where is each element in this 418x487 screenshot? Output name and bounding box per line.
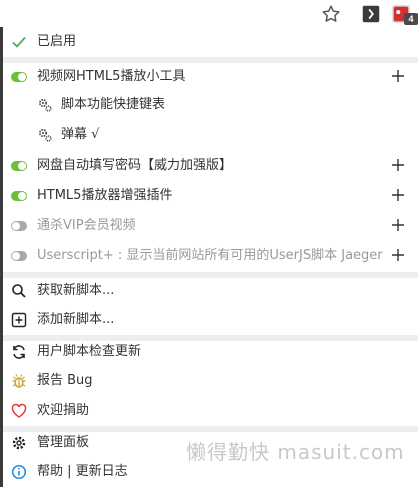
script-item-html5-player[interactable]: HTML5播放器增强插件 bbox=[3, 181, 418, 211]
enabled-status-item[interactable]: 已启用 bbox=[3, 27, 418, 57]
script-command-danmaku[interactable]: 弹幕 √ bbox=[3, 120, 418, 150]
report-bug-item[interactable]: 报告 Bug bbox=[3, 366, 418, 396]
gears-icon bbox=[37, 97, 53, 113]
check-updates-item[interactable]: 用户脚本检查更新 bbox=[3, 337, 418, 367]
plus-icon[interactable] bbox=[390, 187, 406, 203]
script-name: 通杀VIP会员视频 bbox=[37, 218, 136, 233]
bug-icon bbox=[11, 373, 27, 389]
browser-toolbar: 4 bbox=[0, 0, 418, 27]
info-icon bbox=[11, 464, 27, 480]
toggle-off-icon[interactable] bbox=[11, 248, 27, 264]
tampermonkey-popup-menu: 已启用 视频网HTML5播放小工具 脚本功能快捷键表 弹幕 √ 网盘自动填写密码… bbox=[0, 27, 418, 487]
script-extension-icon[interactable] bbox=[360, 3, 382, 25]
enabled-label: 已启用 bbox=[37, 34, 77, 49]
script-name: 网盘自动填写密码【威力加强版】 bbox=[37, 158, 233, 173]
gear-icon bbox=[11, 435, 27, 451]
command-label: 脚本功能快捷键表 bbox=[61, 97, 166, 112]
script-command-shortcuts[interactable]: 脚本功能快捷键表 bbox=[3, 90, 418, 120]
heart-icon bbox=[11, 403, 27, 419]
star-outline-icon[interactable] bbox=[320, 3, 342, 25]
script-name: HTML5播放器增强插件 bbox=[37, 188, 173, 203]
script-item-video-tool[interactable]: 视频网HTML5播放小工具 bbox=[3, 62, 418, 92]
toggle-on-icon[interactable] bbox=[11, 69, 27, 85]
search-icon bbox=[11, 283, 27, 299]
donate-item[interactable]: 欢迎捐助 bbox=[3, 396, 418, 426]
script-item-userscript-plus[interactable]: Userscript+ : 显示当前网站所有可用的UserJS脚本 Jaeger bbox=[3, 241, 418, 271]
plus-icon[interactable] bbox=[390, 217, 406, 233]
report-bug-label: 报告 Bug bbox=[37, 373, 93, 388]
get-new-label: 获取新脚本... bbox=[37, 283, 115, 298]
plus-square-icon bbox=[11, 312, 27, 328]
toggle-off-icon[interactable] bbox=[11, 218, 27, 234]
plus-icon[interactable] bbox=[390, 68, 406, 84]
script-item-netdisk-password[interactable]: 网盘自动填写密码【威力加强版】 bbox=[3, 151, 418, 181]
refresh-icon bbox=[11, 344, 27, 360]
checkmark-icon bbox=[11, 34, 27, 50]
script-name: 视频网HTML5播放小工具 bbox=[37, 69, 186, 84]
dashboard-label: 管理面板 bbox=[37, 435, 90, 450]
toggle-on-icon[interactable] bbox=[11, 158, 27, 174]
help-label: 帮助 | 更新日志 bbox=[37, 464, 128, 479]
donate-label: 欢迎捐助 bbox=[37, 403, 90, 418]
site-watermark: 懒得勤快 masuit.com bbox=[186, 440, 405, 464]
command-label: 弹幕 √ bbox=[61, 127, 100, 142]
gears-icon bbox=[37, 127, 53, 143]
plus-icon[interactable] bbox=[390, 247, 406, 263]
toggle-on-icon[interactable] bbox=[11, 188, 27, 204]
plus-icon[interactable] bbox=[390, 157, 406, 173]
get-new-script-item[interactable]: 获取新脚本... bbox=[3, 276, 418, 306]
script-name: Userscript+ : 显示当前网站所有可用的UserJS脚本 Jaeger bbox=[37, 248, 383, 263]
add-new-label: 添加新脚本... bbox=[37, 312, 115, 327]
script-item-vip-video[interactable]: 通杀VIP会员视频 bbox=[3, 211, 418, 241]
check-updates-label: 用户脚本检查更新 bbox=[37, 344, 142, 359]
add-new-script-item[interactable]: 添加新脚本... bbox=[3, 305, 418, 335]
script-count-badge: 4 bbox=[404, 13, 418, 25]
